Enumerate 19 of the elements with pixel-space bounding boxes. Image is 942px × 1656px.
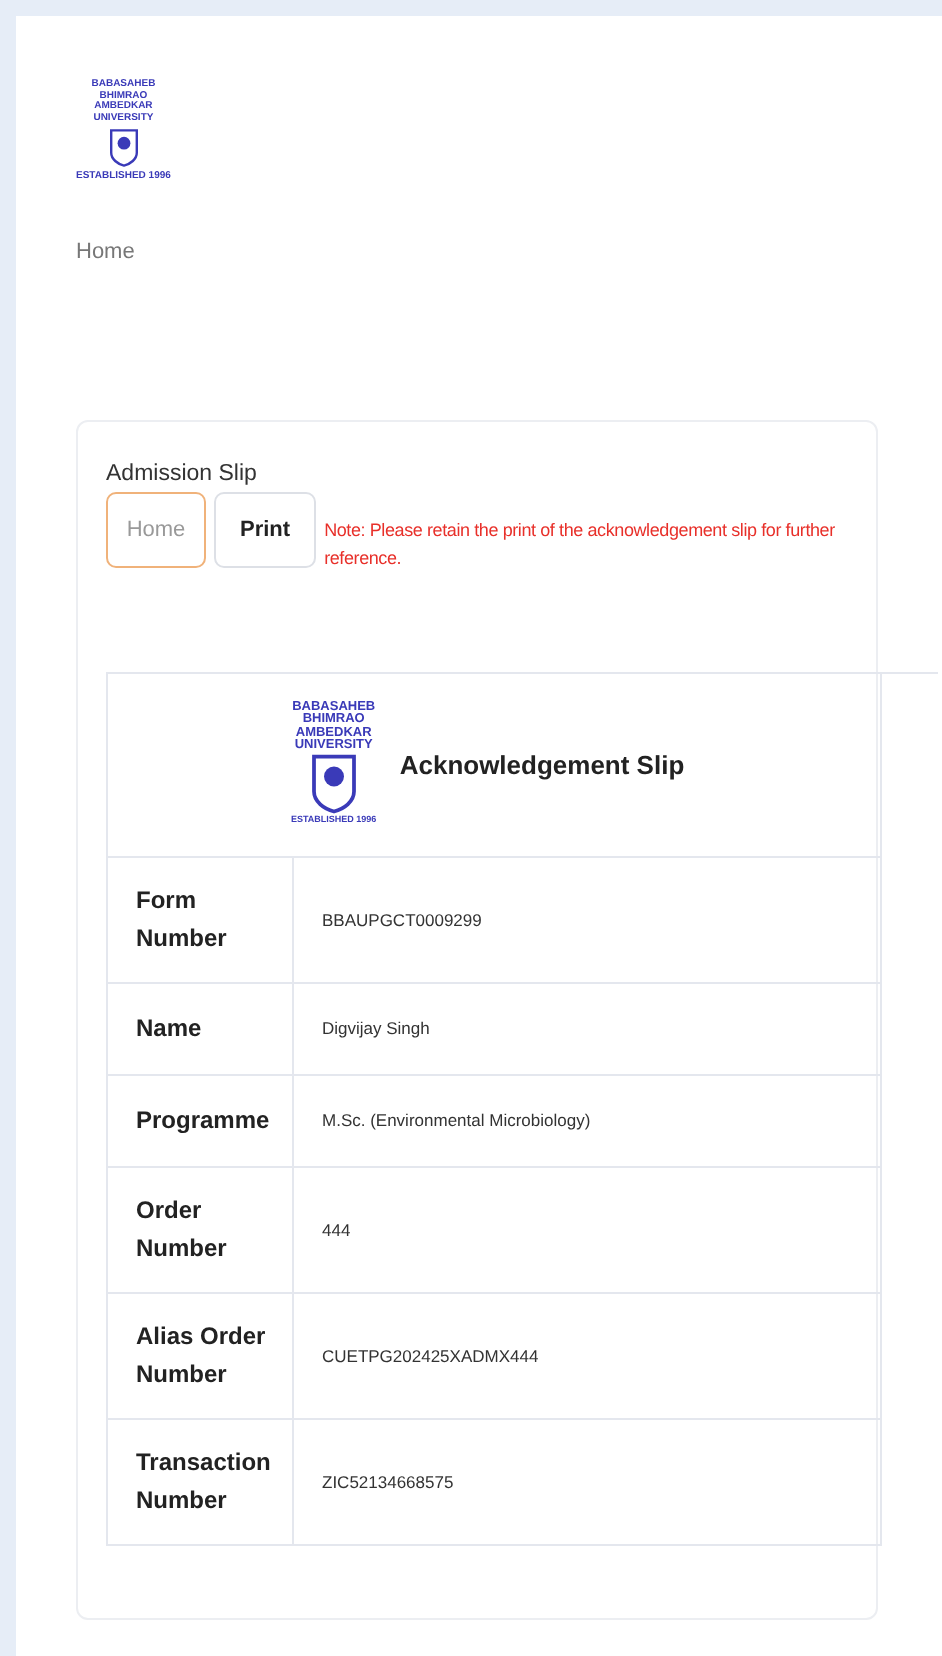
field-label: Order Number bbox=[108, 1167, 294, 1291]
field-label: Transaction Number bbox=[108, 1419, 294, 1543]
home-button[interactable]: Home bbox=[106, 491, 206, 567]
emblem-icon bbox=[107, 128, 140, 168]
field-label: Name bbox=[108, 983, 294, 1073]
field-value: BBAUPGCT0009299 bbox=[320, 907, 482, 933]
field-value: ZIC52134668575 bbox=[320, 1469, 454, 1495]
field-label: Programme bbox=[108, 1075, 294, 1165]
note-text: Note: Please retain the print of the acknowledgement slip for further reference. bbox=[324, 517, 837, 571]
field-value: Digvijay Singh bbox=[320, 1016, 430, 1042]
slip-title: Acknowledgement Slip bbox=[399, 749, 685, 779]
breadcrumb[interactable]: Home bbox=[76, 239, 135, 263]
field-value: 444 bbox=[320, 1217, 351, 1243]
print-button[interactable]: Print bbox=[214, 491, 317, 567]
field-value: CUETPG202425XADMX444 bbox=[320, 1343, 539, 1369]
field-label: Form Number bbox=[108, 857, 294, 981]
card-title: Admission Slip bbox=[106, 461, 259, 485]
field-label: Alias Order Number bbox=[108, 1293, 294, 1417]
field-value: M.Sc. (Environmental Microbiology) bbox=[320, 1108, 591, 1134]
